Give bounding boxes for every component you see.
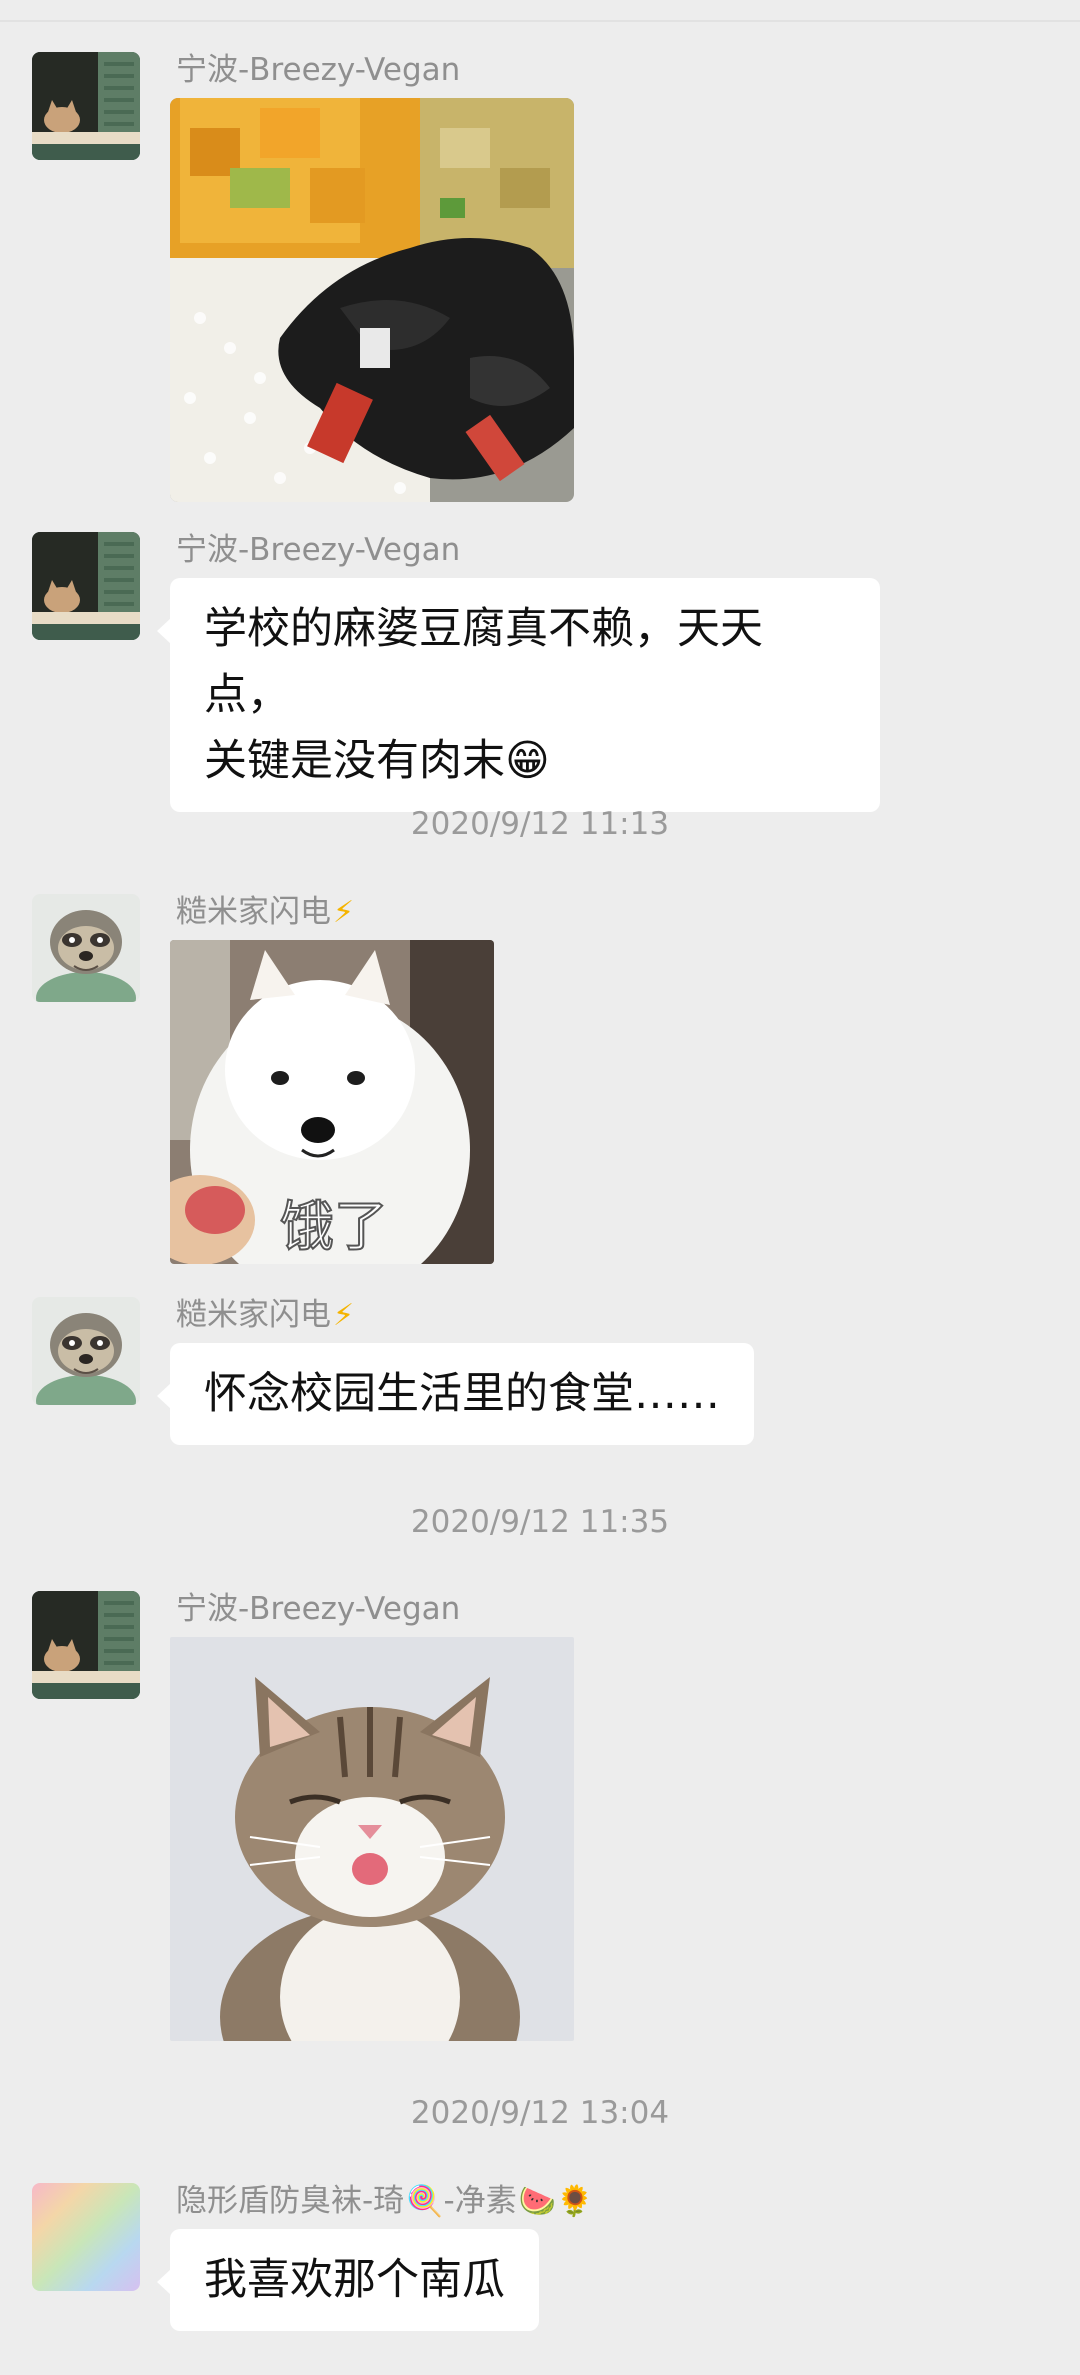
message-text-line1: 学校的麻婆豆腐真不赖，天天点， <box>204 604 763 720</box>
avatar-rainbow[interactable] <box>32 2183 140 2291</box>
message-text: 我喜欢那个南瓜 <box>204 2255 505 2305</box>
sender-name: 隐形盾防臭袜-琦 <box>176 2183 405 2219</box>
message-bubble[interactable]: 我喜欢那个南瓜 <box>157 2229 539 2331</box>
sender-name-row: 糙米家闪电⚡ <box>176 886 354 931</box>
grin-emoji-icon: 😁 <box>505 736 550 786</box>
timestamp: 2020/9/12 11:35 <box>410 1504 670 1540</box>
lightning-emoji-icon: ⚡ <box>333 1298 355 1333</box>
lightning-emoji-icon: ⚡ <box>333 895 355 930</box>
watermelon-sunflower-emoji-icon: 🍉🌻 <box>518 2184 594 2219</box>
timestamp: 2020/9/12 13:04 <box>410 2095 670 2131</box>
sender-name: 宁波-Breezy-Vegan <box>176 1591 461 1627</box>
sender-name: 宁波-Breezy-Vegan <box>176 52 461 88</box>
avatar-sloth[interactable] <box>32 894 140 1002</box>
avatar-cat-window[interactable] <box>32 1591 140 1699</box>
lollipop-emoji-icon: 🍭 <box>406 2184 444 2219</box>
sender-name: 宁波-Breezy-Vegan <box>176 532 461 568</box>
samoyed-dog-sticker[interactable]: 饿了 <box>170 940 494 1264</box>
timestamp: 2020/9/12 11:13 <box>410 806 670 842</box>
cat-tongue-sticker[interactable] <box>170 1637 574 2041</box>
message-text: 怀念校园生活里的食堂…… <box>204 1369 720 1419</box>
message-text-line2: 关键是没有肉末 <box>204 736 505 786</box>
sender-name-suffix: -净素 <box>443 2183 517 2219</box>
food-tray-photo[interactable] <box>170 98 574 502</box>
avatar-cat-window[interactable] <box>32 52 140 160</box>
sticker-caption: 饿了 <box>280 1195 388 1258</box>
message-bubble[interactable]: 学校的麻婆豆腐真不赖，天天点， 关键是没有肉末😁 <box>157 578 880 812</box>
avatar-cat-window[interactable] <box>32 532 140 640</box>
header-divider <box>0 20 1080 22</box>
sender-name: 糙米家闪电 <box>176 894 331 930</box>
sender-name-row: 隐形盾防臭袜-琦🍭-净素🍉🌻 <box>176 2175 593 2220</box>
sender-name: 糙米家闪电 <box>176 1297 331 1333</box>
sender-name-row: 糙米家闪电⚡ <box>176 1289 354 1334</box>
message-bubble[interactable]: 怀念校园生活里的食堂…… <box>157 1343 754 1445</box>
avatar-sloth[interactable] <box>32 1297 140 1405</box>
